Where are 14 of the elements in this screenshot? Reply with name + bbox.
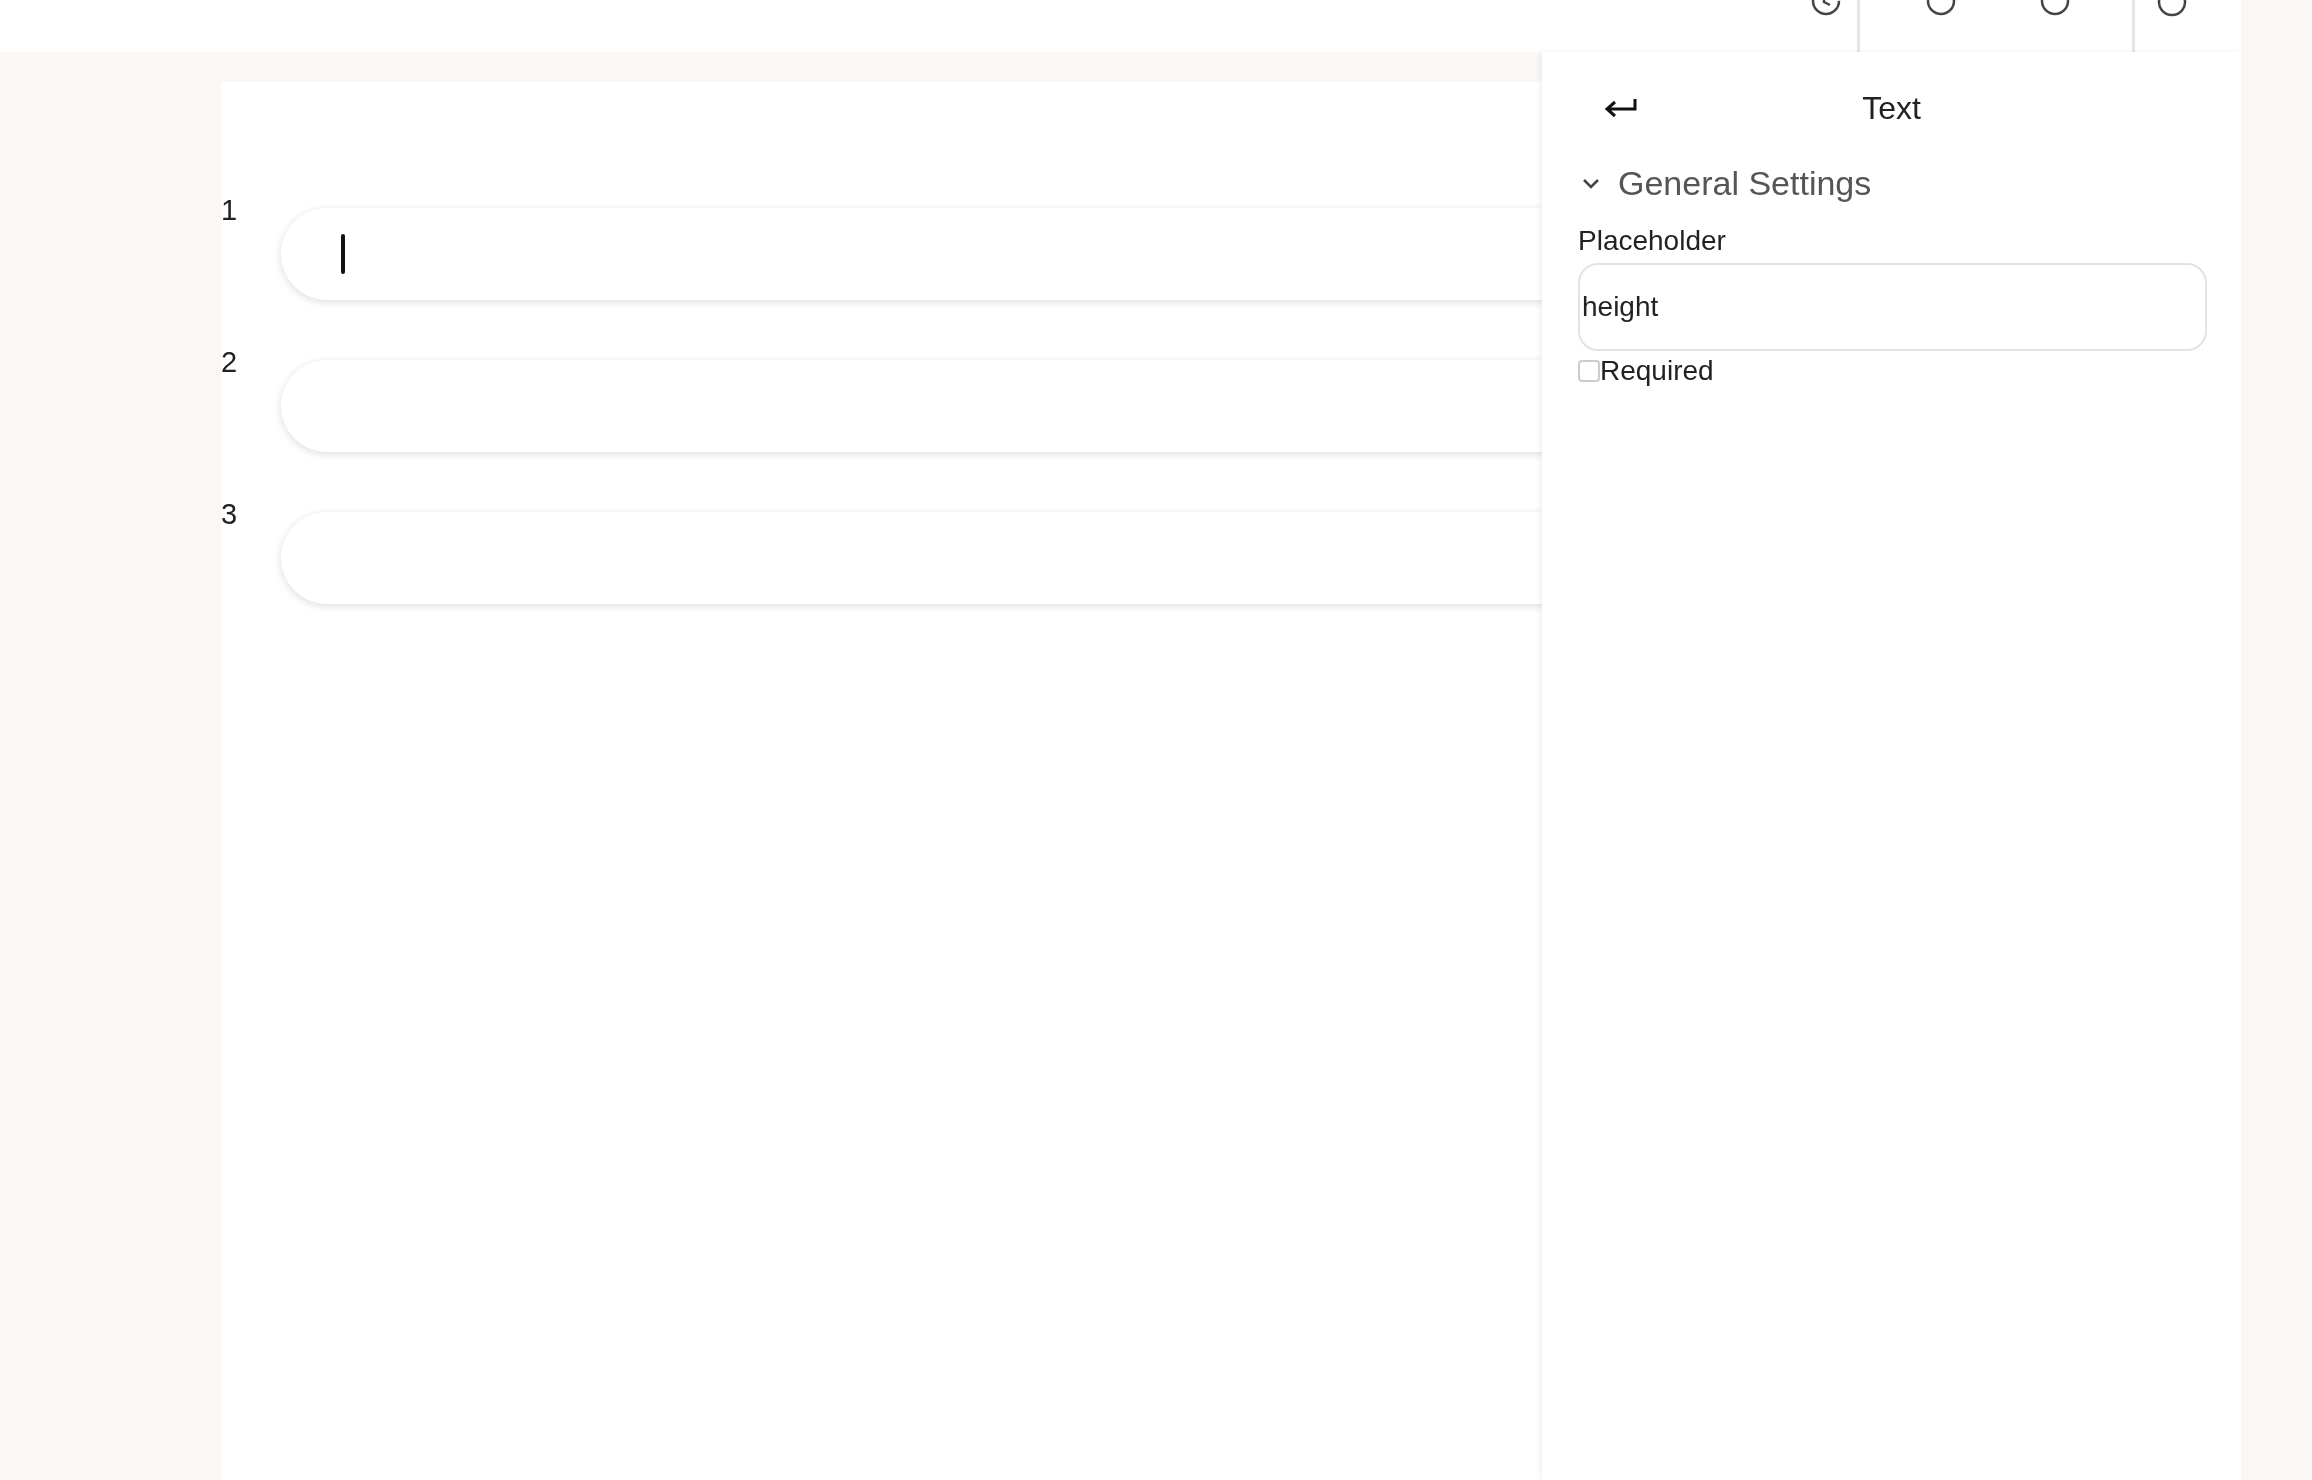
- checkbox-label: Required: [1600, 355, 1714, 387]
- text-field[interactable]: [281, 512, 1542, 604]
- panel-title: Text: [1861, 89, 1922, 127]
- field-number: 2: [221, 346, 239, 379]
- section-title[interactable]: General Settings: [1618, 164, 1872, 203]
- field-number: 3: [221, 498, 239, 531]
- field-number: 1: [221, 194, 239, 227]
- text-field[interactable]: [281, 208, 1542, 300]
- field-label: Placeholder: [1578, 225, 1727, 257]
- back-arrow-icon[interactable]: [1604, 97, 1638, 119]
- required-checkbox[interactable]: [1578, 360, 1600, 382]
- text-field[interactable]: [281, 360, 1542, 452]
- chevron-icon[interactable]: [1582, 177, 1600, 190]
- placeholder-input[interactable]: height: [1578, 263, 2207, 351]
